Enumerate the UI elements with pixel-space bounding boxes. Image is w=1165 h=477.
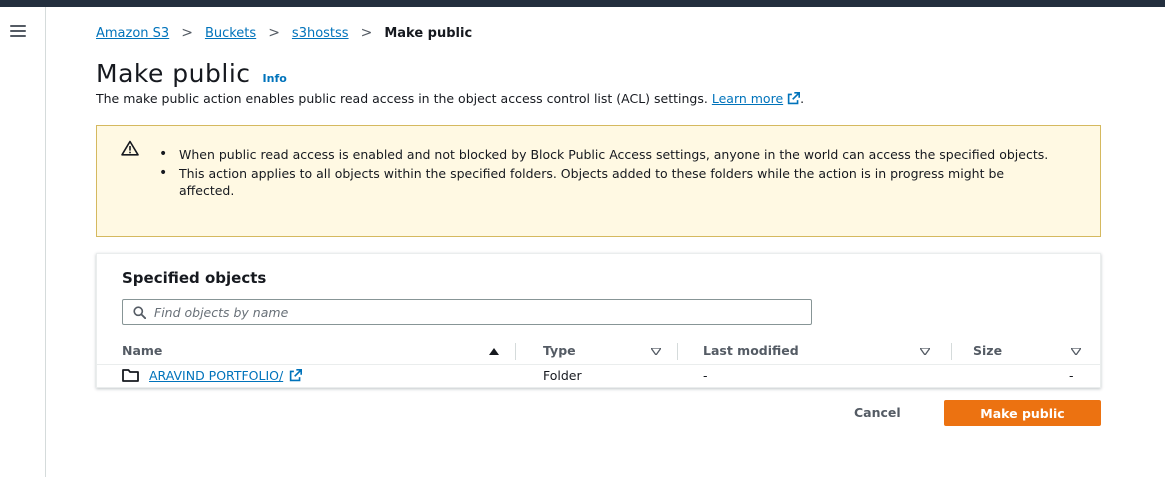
breadcrumb-item-buckets[interactable]: Buckets	[205, 26, 256, 41]
breadcrumb: Amazon S3 > Buckets > s3hostss > Make pu…	[96, 25, 472, 41]
column-divider[interactable]	[515, 343, 516, 360]
warning-item: This action applies to all objects withi…	[159, 165, 1049, 199]
page-header: Make public Info	[96, 59, 287, 88]
column-divider[interactable]	[677, 343, 678, 360]
cell-last-modified: -	[703, 368, 708, 383]
sort-icon[interactable]	[1071, 348, 1081, 355]
breadcrumb-separator: >	[268, 25, 280, 41]
search-box[interactable]	[122, 299, 812, 325]
external-link-icon[interactable]	[787, 92, 801, 105]
table-row: ARAVIND PORTFOLIO/ Folder - -	[97, 364, 1100, 387]
search-icon	[133, 305, 146, 319]
info-link[interactable]: Info	[263, 72, 287, 85]
breadcrumb-separator: >	[181, 25, 193, 41]
folder-link[interactable]: ARAVIND PORTFOLIO/	[149, 368, 283, 383]
external-link-icon[interactable]	[289, 369, 303, 382]
make-public-button[interactable]: Make public	[944, 400, 1101, 426]
warning-list: When public read access is enabled and n…	[159, 146, 1049, 201]
learn-more-link[interactable]: Learn more	[712, 91, 783, 106]
table-header: Name Type Last modified Size	[97, 339, 1100, 364]
column-header-last-modified[interactable]: Last modified	[703, 343, 799, 358]
column-header-size[interactable]: Size	[973, 343, 1002, 358]
breadcrumb-current: Make public	[384, 25, 473, 41]
objects-table: Name Type Last modified Size ARAVIND POR…	[97, 339, 1100, 387]
warning-item: When public read access is enabled and n…	[159, 146, 1049, 163]
warning-alert: When public read access is enabled and n…	[96, 125, 1101, 237]
cancel-button[interactable]: Cancel	[844, 400, 911, 425]
column-divider[interactable]	[951, 343, 952, 360]
cell-type: Folder	[543, 368, 582, 383]
search-input[interactable]	[154, 304, 794, 320]
specified-objects-panel: Specified objects Name Type Last modifie…	[96, 253, 1101, 388]
breadcrumb-item-bucket[interactable]: s3hostss	[292, 26, 349, 41]
top-bar	[0, 0, 1165, 7]
sort-ascending-icon[interactable]	[489, 348, 499, 355]
page-description: The make public action enables public re…	[96, 91, 805, 106]
page-title: Make public	[96, 59, 251, 88]
left-navigation-rail	[0, 7, 46, 477]
folder-icon	[122, 369, 139, 382]
sort-icon[interactable]	[920, 348, 930, 355]
breadcrumb-separator: >	[360, 25, 373, 41]
cell-size: -	[1069, 368, 1074, 383]
description-text: The make public action enables public re…	[96, 91, 708, 106]
section-heading: Specified objects	[122, 269, 267, 287]
column-header-name[interactable]: Name	[122, 343, 162, 358]
sort-icon[interactable]	[651, 348, 661, 355]
cell-name: ARAVIND PORTFOLIO/	[122, 368, 303, 383]
column-header-type[interactable]: Type	[543, 343, 576, 358]
warning-icon	[121, 140, 139, 156]
hamburger-icon[interactable]	[10, 25, 26, 37]
breadcrumb-item-amazon-s3[interactable]: Amazon S3	[96, 26, 169, 41]
